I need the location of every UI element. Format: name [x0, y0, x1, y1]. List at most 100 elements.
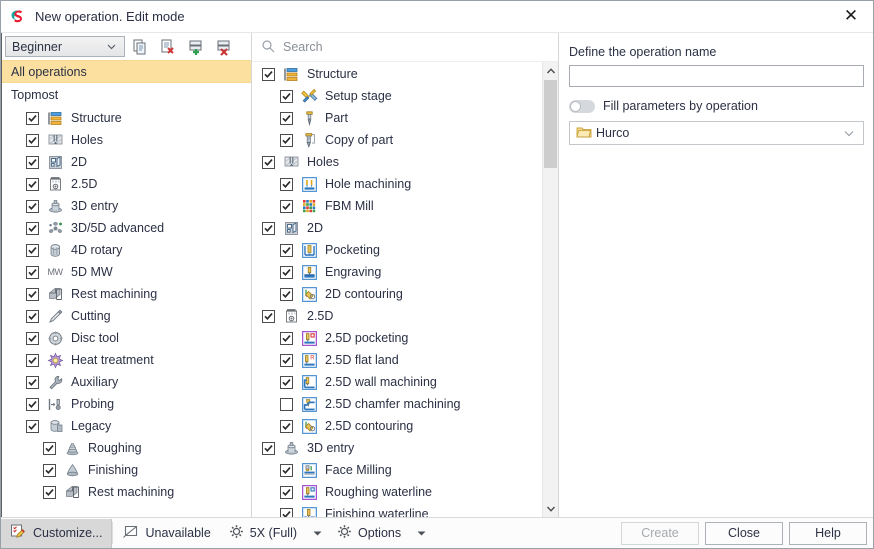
unavailable-button[interactable]: Unavailable	[113, 519, 219, 548]
tree-item[interactable]: 2.5D	[2, 173, 251, 195]
tree-item-checkbox[interactable]	[280, 485, 293, 499]
scroll-down-button[interactable]	[543, 500, 558, 517]
tree-item[interactable]: 2.5D contouring	[252, 415, 558, 437]
operations-list[interactable]: Structure Setup stage Part Copy of part Hole…	[252, 63, 558, 517]
options-dropdown-arrow[interactable]	[410, 519, 432, 548]
tree-item[interactable]: Engraving	[252, 261, 558, 283]
axis-mode-dropdown-arrow[interactable]	[306, 519, 328, 548]
tree-item-checkbox[interactable]	[280, 177, 293, 191]
close-button[interactable]: Close	[705, 521, 783, 545]
tree-item[interactable]: Roughing	[2, 437, 251, 459]
tree-item[interactable]: Auxiliary	[2, 371, 251, 393]
fill-parameters-row[interactable]: Fill parameters by operation	[569, 99, 864, 113]
tree-item[interactable]: Probing	[2, 393, 251, 415]
tree-item-checkbox[interactable]	[26, 133, 39, 147]
tree-item[interactable]: 2.5D	[252, 305, 558, 327]
search-input[interactable]: Search	[283, 40, 323, 54]
categories-list[interactable]: Structure Holes 2D 2.5D 3D entry 3D/5D advanc…	[2, 106, 251, 517]
tree-item[interactable]: Rest machining	[2, 481, 251, 503]
tree-item-checkbox[interactable]	[26, 155, 39, 169]
tree-item-checkbox[interactable]	[43, 441, 56, 455]
tree-item-checkbox[interactable]	[26, 265, 39, 279]
axis-mode-button[interactable]: 5X (Full)	[220, 519, 306, 548]
tree-item-checkbox[interactable]	[26, 287, 39, 301]
tree-item-checkbox[interactable]	[280, 353, 293, 367]
tree-item-checkbox[interactable]	[26, 177, 39, 191]
tree-item[interactable]: R 2.5D flat land	[252, 349, 558, 371]
tree-item[interactable]: Legacy	[2, 415, 251, 437]
tree-item[interactable]: FBM Mill	[252, 195, 558, 217]
tree-item[interactable]: Cutting	[2, 305, 251, 327]
tree-item[interactable]: Hole machining	[252, 173, 558, 195]
tree-item[interactable]: 2D contouring	[252, 283, 558, 305]
tree-item-checkbox[interactable]	[26, 111, 39, 125]
tree-item[interactable]: 2D	[252, 217, 558, 239]
tree-item-checkbox[interactable]	[280, 375, 293, 389]
tree-item-checkbox[interactable]	[280, 287, 293, 301]
options-button[interactable]: Options	[328, 519, 410, 548]
tree-item[interactable]: MW 5D MW	[2, 261, 251, 283]
tree-item[interactable]: Finishing	[2, 459, 251, 481]
tree-item-checkbox[interactable]	[280, 243, 293, 257]
tree-item[interactable]: Copy of part	[252, 129, 558, 151]
customize-button[interactable]: Customize...	[1, 518, 113, 548]
tree-item-checkbox[interactable]	[26, 375, 39, 389]
tree-item[interactable]: Roughing waterline	[252, 481, 558, 503]
delete-group-button[interactable]	[211, 35, 237, 58]
scrollbar-thumb[interactable]	[544, 80, 557, 168]
tree-item[interactable]: Rest machining	[2, 283, 251, 305]
tree-item-checkbox[interactable]	[280, 397, 293, 411]
tree-item[interactable]: Heat treatment	[2, 349, 251, 371]
operations-scrollbar[interactable]	[542, 62, 558, 517]
tree-item-checkbox[interactable]	[26, 331, 39, 345]
tree-item-checkbox[interactable]	[26, 353, 39, 367]
tree-item[interactable]: 4D rotary	[2, 239, 251, 261]
tree-item-checkbox[interactable]	[280, 89, 293, 103]
tree-item[interactable]: 2.5D wall machining	[252, 371, 558, 393]
tree-item[interactable]: Finishing waterline	[252, 503, 558, 517]
operations-tree[interactable]: Structure Setup stage Part Copy of part Hole…	[252, 62, 558, 517]
skill-level-combo[interactable]: Beginner	[5, 36, 125, 57]
tree-item-checkbox[interactable]	[43, 463, 56, 477]
help-button[interactable]: Help	[789, 521, 867, 545]
copy-operation-button[interactable]	[127, 35, 153, 58]
tree-item[interactable]: Holes	[2, 129, 251, 151]
tree-item[interactable]: Face Milling	[252, 459, 558, 481]
tree-item[interactable]: Structure	[2, 107, 251, 129]
tree-item-checkbox[interactable]	[280, 331, 293, 345]
scroll-up-button[interactable]	[543, 62, 558, 79]
machine-select[interactable]: Hurco	[569, 121, 864, 145]
tree-item[interactable]: Pocketing	[252, 239, 558, 261]
tree-item[interactable]: Structure	[252, 63, 558, 85]
fill-parameters-toggle[interactable]	[569, 99, 595, 113]
search-row[interactable]: Search	[252, 33, 558, 62]
tree-item-checkbox[interactable]	[26, 221, 39, 235]
tree-item[interactable]: 2.5D chamfer machining	[252, 393, 558, 415]
tree-item-checkbox[interactable]	[262, 67, 275, 81]
tree-item[interactable]: 3D entry	[252, 437, 558, 459]
delete-copy-button[interactable]	[155, 35, 181, 58]
tree-item-checkbox[interactable]	[43, 485, 56, 499]
all-operations-item[interactable]: All operations	[2, 60, 251, 83]
tree-item-checkbox[interactable]	[280, 133, 293, 147]
tree-item[interactable]: 3D entry	[2, 195, 251, 217]
tree-item[interactable]: Disc tool	[2, 327, 251, 349]
tree-item-checkbox[interactable]	[26, 243, 39, 257]
tree-item[interactable]: Setup stage	[252, 85, 558, 107]
tree-item[interactable]: 2D	[2, 151, 251, 173]
tree-item-checkbox[interactable]	[262, 441, 275, 455]
tree-item-checkbox[interactable]	[26, 419, 39, 433]
tree-item-checkbox[interactable]	[280, 199, 293, 213]
tree-item[interactable]: Holes	[252, 151, 558, 173]
tree-item-checkbox[interactable]	[262, 155, 275, 169]
tree-item-checkbox[interactable]	[262, 221, 275, 235]
tree-item[interactable]: 3D/5D advanced	[2, 217, 251, 239]
tree-item-checkbox[interactable]	[26, 397, 39, 411]
close-window-button[interactable]: ✕	[829, 2, 873, 32]
operation-name-input[interactable]	[569, 65, 864, 87]
tree-item-checkbox[interactable]	[280, 111, 293, 125]
tree-item-checkbox[interactable]	[280, 463, 293, 477]
tree-item-checkbox[interactable]	[280, 419, 293, 433]
tree-item-checkbox[interactable]	[26, 309, 39, 323]
tree-item-checkbox[interactable]	[26, 199, 39, 213]
